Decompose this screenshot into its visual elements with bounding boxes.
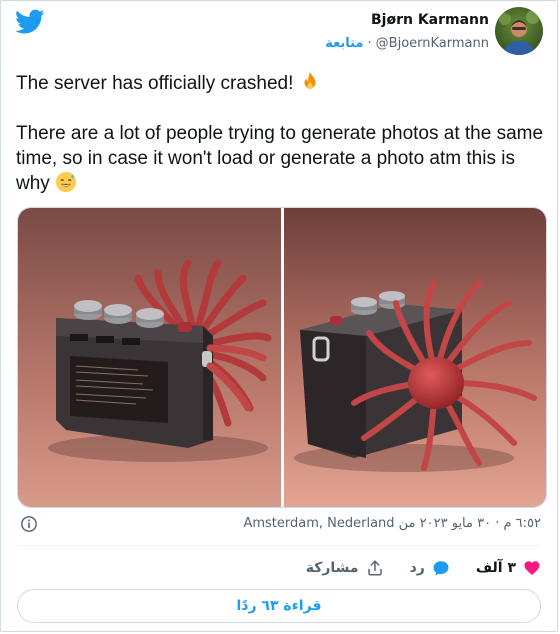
share-label: مشاركة xyxy=(305,560,359,576)
share-icon xyxy=(367,560,382,576)
separator-dot: · xyxy=(367,36,372,51)
reply-button[interactable]: رد xyxy=(410,559,450,577)
follow-button[interactable]: متابعة xyxy=(325,36,363,51)
sweat-smile-emoji-icon xyxy=(55,171,77,193)
fire-emoji-icon xyxy=(304,71,316,90)
reply-icon xyxy=(433,561,449,576)
action-bar: ٣ آلف رد مشاركة xyxy=(280,557,541,579)
tweet-paragraph-2: There are a lot of people trying to gene… xyxy=(16,121,546,196)
tweet-card: Bjørn Karmann متابعة · @BjoernKarmann The … xyxy=(0,0,558,632)
share-button[interactable]: مشاركة xyxy=(306,559,384,577)
reply-label: رد xyxy=(409,560,425,576)
photo-camera-front[interactable] xyxy=(18,208,281,507)
twitter-bird-icon[interactable] xyxy=(15,9,45,35)
photo-camera-side[interactable] xyxy=(284,208,546,507)
info-icon[interactable] xyxy=(20,515,38,533)
tweet-meta-row: ٦:٥٢ م · ٣٠ مايو ٢٠٢٣ من Amsterdam, Nede… xyxy=(17,514,541,536)
divider xyxy=(17,545,541,546)
read-replies-button[interactable]: قراءة ٦٣ ردًا xyxy=(17,589,541,623)
avatar[interactable] xyxy=(495,7,543,55)
author-handle[interactable]: @BjoernKarmann xyxy=(376,36,489,51)
tweet-line-2: There are a lot of people trying to gene… xyxy=(16,123,544,194)
tweet-timestamp[interactable]: ٦:٥٢ م · ٣٠ مايو ٢٠٢٣ من Amsterdam, Nede… xyxy=(243,516,541,531)
author-name[interactable]: Bjørn Karmann xyxy=(371,12,489,28)
tweet-media[interactable] xyxy=(17,207,547,508)
likes-count: ٣ آلف xyxy=(475,560,516,576)
read-replies-label: قراءة ٦٣ ردًا xyxy=(236,598,322,614)
author-meta: متابعة · @BjoernKarmann xyxy=(325,36,489,51)
tweet-text: The server has officially crashed! There… xyxy=(16,71,546,196)
tweet-paragraph-1: The server has officially crashed! xyxy=(16,71,546,96)
like-button[interactable]: ٣ آلف xyxy=(476,559,541,577)
heart-icon xyxy=(524,561,540,575)
tweet-line-1: The server has officially crashed! xyxy=(16,73,294,94)
